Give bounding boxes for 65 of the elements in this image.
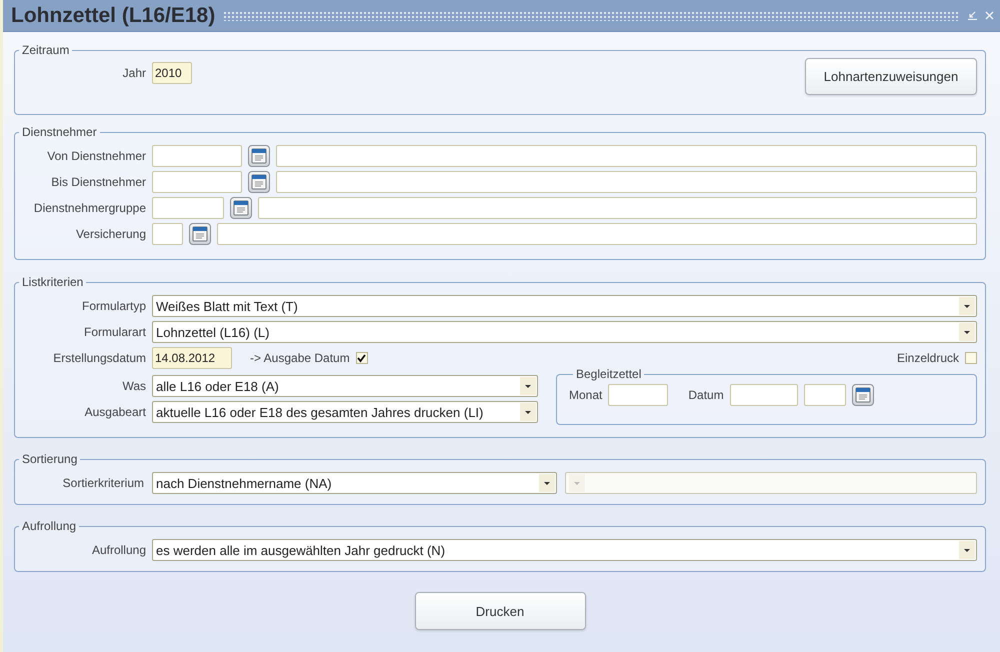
field-label: Ausgabeart bbox=[84, 405, 146, 419]
minimize-icon[interactable] bbox=[968, 11, 977, 20]
lookup-button[interactable] bbox=[248, 145, 270, 167]
dropdown[interactable]: nach Dienstnehmername (NA) bbox=[152, 472, 557, 494]
field-label: Monat bbox=[569, 388, 602, 402]
input-field[interactable] bbox=[608, 384, 668, 406]
group-title: Dienstnehmer bbox=[21, 125, 98, 139]
group-title: Sortierung bbox=[21, 452, 78, 466]
dropdown[interactable]: alle L16 oder E18 (A) bbox=[152, 375, 538, 397]
document-icon bbox=[251, 148, 267, 164]
input-field[interactable] bbox=[804, 384, 846, 406]
input-field[interactable] bbox=[152, 145, 242, 167]
input-field[interactable]: 2010 bbox=[152, 62, 192, 84]
assignments-button[interactable]: Lohnartenzuweisungen bbox=[805, 58, 977, 94]
field-label: Formularart bbox=[82, 325, 146, 339]
caret-icon bbox=[539, 474, 555, 492]
input-field[interactable] bbox=[217, 223, 977, 245]
field-label: Was bbox=[121, 379, 146, 393]
caret-icon bbox=[959, 541, 975, 559]
dropdown[interactable]: es werden alle im ausgewählten Jahr gedruckt (N) bbox=[152, 539, 977, 561]
input-field[interactable] bbox=[276, 145, 977, 167]
close-icon[interactable] bbox=[985, 11, 994, 20]
dropdown[interactable]: Lohnzettel (L16) (L) bbox=[152, 321, 977, 343]
input-field[interactable]: 14.08.2012 bbox=[152, 347, 232, 369]
caret-icon bbox=[959, 323, 975, 341]
input-field[interactable] bbox=[152, 223, 183, 245]
lookup-button[interactable] bbox=[189, 223, 211, 245]
input-field[interactable] bbox=[152, 171, 242, 193]
input-field[interactable] bbox=[258, 197, 977, 219]
input-field[interactable] bbox=[152, 197, 224, 219]
caret-icon bbox=[959, 297, 975, 315]
document-icon bbox=[192, 226, 208, 242]
group-title: Listkriterien bbox=[21, 275, 84, 289]
group-title: Aufrollung bbox=[21, 519, 78, 533]
checkbox[interactable] bbox=[965, 352, 977, 364]
field-label: Bis Dienstnehmer bbox=[50, 175, 146, 189]
caret-icon bbox=[569, 474, 585, 492]
group-title: Zeitraum bbox=[21, 43, 70, 57]
document-icon bbox=[233, 200, 249, 216]
dropdown[interactable]: Weißes Blatt mit Text (T) bbox=[152, 295, 977, 317]
field-label: Jahr bbox=[122, 66, 146, 80]
checkbox-label: -> Ausgabe Datum bbox=[250, 351, 350, 365]
caret-icon bbox=[520, 403, 536, 421]
field-label: Dienstnehmergruppe bbox=[32, 201, 146, 215]
dropdown[interactable]: aktuelle L16 oder E18 des gesamten Jahres drucken (LI) bbox=[152, 401, 538, 423]
document-icon bbox=[251, 174, 267, 190]
document-icon bbox=[854, 387, 871, 403]
lookup-button[interactable] bbox=[230, 197, 252, 219]
field-label: Aufrollung bbox=[90, 543, 146, 557]
group-title: Begleitzettel bbox=[575, 367, 642, 381]
caret-icon bbox=[520, 377, 536, 395]
field-label: Formulartyp bbox=[80, 299, 146, 313]
lookup-button[interactable] bbox=[248, 171, 270, 193]
field-label: Erstellungsdatum bbox=[52, 351, 146, 365]
checkbox-label: Einzeldruck bbox=[896, 351, 959, 365]
input-field[interactable] bbox=[730, 384, 798, 406]
checkbox[interactable] bbox=[356, 352, 368, 364]
lookup-button[interactable] bbox=[852, 384, 874, 406]
field-label: Von Dienstnehmer bbox=[46, 149, 146, 163]
input-field[interactable] bbox=[276, 171, 977, 193]
print-button[interactable]: Drucken bbox=[414, 592, 586, 630]
field-label: Datum bbox=[688, 388, 724, 402]
window-title: Lohnzettel (L16/E18) bbox=[11, 4, 216, 28]
field-label: Versicherung bbox=[74, 227, 146, 241]
field-label: Sortierkriterium bbox=[62, 476, 144, 490]
